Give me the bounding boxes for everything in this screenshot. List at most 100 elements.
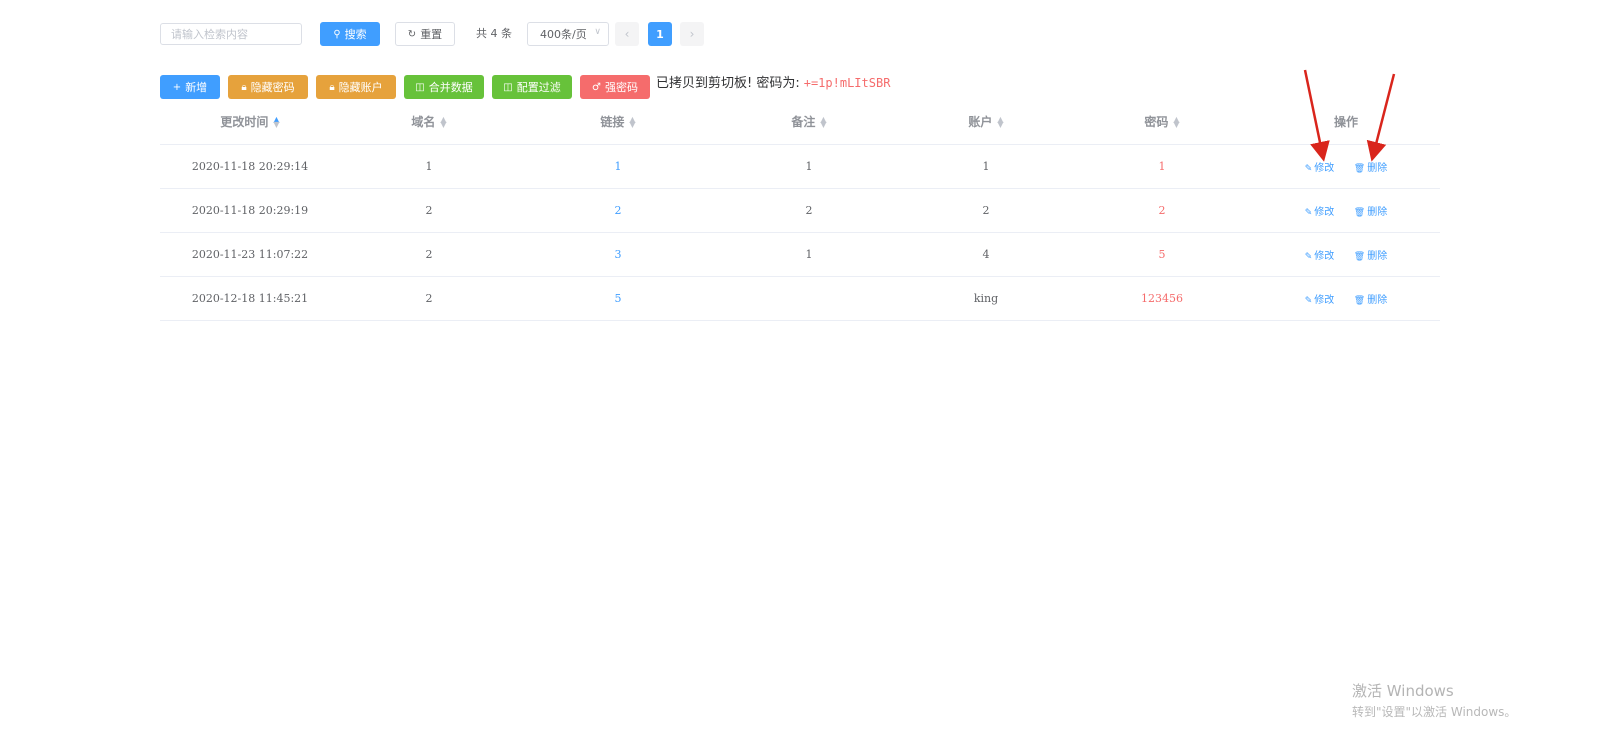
sort-icon[interactable]: ▲ ▼ <box>997 116 1003 129</box>
table-row: 2020-11-23 11:07:22 2 3 1 4 5 ✎ 修改 🗑︎ 删除 <box>160 233 1440 277</box>
delete-label: 删除 <box>1367 251 1388 262</box>
add-button-label: 新增 <box>185 81 208 94</box>
column-label: 域名 <box>411 114 436 129</box>
reset-button-label: 重置 <box>420 28 443 41</box>
cell-actions: ✎ 修改 🗑︎ 删除 <box>1252 291 1440 306</box>
edit-button[interactable]: ✎ 修改 <box>1305 251 1335 262</box>
edit-button[interactable]: ✎ 修改 <box>1305 207 1335 218</box>
cell-link[interactable]: 3 <box>518 248 718 261</box>
total-count: 共 4 条 <box>476 27 512 40</box>
sort-icon[interactable]: ▲ ▼ <box>820 116 826 129</box>
strong-password-label: 强密码 <box>604 81 638 94</box>
edit-icon: ✎ <box>1304 296 1313 306</box>
edit-icon: ✎ <box>1304 252 1313 262</box>
cell-time: 2020-11-23 11:07:22 <box>191 248 309 261</box>
trash-icon: 🗑︎ <box>1353 296 1366 306</box>
cell-password: 5 <box>1158 248 1166 261</box>
cell-actions: ✎ 修改 🗑︎ 删除 <box>1252 159 1440 174</box>
reset-button[interactable]: ↻ 重置 <box>395 22 455 46</box>
column-header-time[interactable]: 更改时间 ▲ ▼ <box>160 113 340 130</box>
cell-password: 1 <box>1158 160 1166 173</box>
delete-label: 删除 <box>1367 295 1388 306</box>
edit-label: 修改 <box>1314 295 1335 306</box>
prev-page-button[interactable]: ‹ <box>615 22 639 46</box>
data-table: 更改时间 ▲ ▼ 域名 ▲ ▼ 链接 ▲ ▼ 备注 ▲ ▼ 账户 ▲ ▼ 密码 ▲ ▼ 操作 2020-… <box>160 98 1440 321</box>
column-label: 备注 <box>791 114 816 129</box>
hide-account-label: 隐藏账户 <box>338 81 383 94</box>
add-button[interactable]: + 新增 <box>160 75 220 99</box>
column-header-domain[interactable]: 域名 ▲ ▼ <box>340 113 518 130</box>
column-label: 操作 <box>1333 114 1358 129</box>
trash-icon: 🗑︎ <box>1353 164 1366 174</box>
cell-account: king <box>973 292 999 305</box>
watermark-subtitle: 转到"设置"以激活 Windows。 <box>1352 705 1517 719</box>
chevron-left-icon: ‹ <box>624 27 630 41</box>
column-header-account[interactable]: 账户 ▲ ▼ <box>900 113 1072 130</box>
cell-link[interactable]: 2 <box>518 204 718 217</box>
refresh-icon: ↻ <box>407 28 417 40</box>
hide-password-button[interactable]: 🔒︎ 隐藏密码 <box>228 75 308 99</box>
delete-button[interactable]: 🗑︎ 删除 <box>1354 207 1387 218</box>
config-filter-button[interactable]: ◫ 配置过滤 <box>492 75 572 99</box>
config-filter-label: 配置过滤 <box>516 81 561 94</box>
search-button-label: 搜索 <box>344 28 367 41</box>
cell-note: 1 <box>805 248 813 261</box>
lock-icon: 🔒︎ <box>329 81 335 93</box>
cell-time: 2020-11-18 20:29:19 <box>191 204 309 217</box>
next-page-button[interactable]: › <box>680 22 704 46</box>
column-label: 更改时间 <box>220 114 269 129</box>
search-icon: ⚲ <box>333 28 341 40</box>
cell-link[interactable]: 5 <box>518 292 718 305</box>
merge-data-button[interactable]: ◫ 合并数据 <box>404 75 484 99</box>
table-header: 更改时间 ▲ ▼ 域名 ▲ ▼ 链接 ▲ ▼ 备注 ▲ ▼ 账户 ▲ ▼ 密码 ▲ ▼ 操作 <box>160 98 1440 145</box>
cell-domain: 1 <box>425 160 433 173</box>
copied-message-text: 已拷贝到剪切板! 密码为: <box>656 76 800 91</box>
search-button[interactable]: ⚲ 搜索 <box>320 22 380 46</box>
delete-label: 删除 <box>1367 207 1388 218</box>
merge-data-label: 合并数据 <box>428 81 473 94</box>
edit-button[interactable]: ✎ 修改 <box>1305 295 1335 306</box>
chevron-down-icon: ∨ <box>594 27 601 37</box>
cell-domain: 2 <box>425 204 433 217</box>
edit-button[interactable]: ✎ 修改 <box>1305 163 1335 174</box>
top-toolbar: ⚲ 搜索 ↻ 重置 共 4 条 400条/页 ∨ ‹ 1 › <box>160 22 704 46</box>
sort-icon[interactable]: ▲ ▼ <box>440 116 446 129</box>
delete-button[interactable]: 🗑︎ 删除 <box>1354 295 1387 306</box>
column-header-actions: 操作 <box>1252 113 1440 130</box>
page-number-label: 1 <box>656 27 664 41</box>
column-header-note[interactable]: 备注 ▲ ▼ <box>718 113 900 130</box>
key-icon: ♂ <box>592 81 601 93</box>
plus-icon: + <box>172 81 182 93</box>
cell-password: 2 <box>1158 204 1166 217</box>
delete-button[interactable]: 🗑︎ 删除 <box>1354 251 1387 262</box>
cell-account: 1 <box>982 160 990 173</box>
cell-link[interactable]: 1 <box>518 160 718 173</box>
delete-button[interactable]: 🗑︎ 删除 <box>1354 163 1387 174</box>
column-label: 账户 <box>968 114 993 129</box>
search-input[interactable] <box>160 23 302 45</box>
strong-password-button[interactable]: ♂ 强密码 <box>580 75 650 99</box>
column-header-link[interactable]: 链接 ▲ ▼ <box>518 113 718 130</box>
hide-password-label: 隐藏密码 <box>250 81 295 94</box>
cell-actions: ✎ 修改 🗑︎ 删除 <box>1252 203 1440 218</box>
lock-icon: 🔒︎ <box>241 81 247 93</box>
columns-icon: ◫ <box>503 81 513 93</box>
page-size-select[interactable]: 400条/页 ∨ <box>527 22 609 46</box>
column-header-password[interactable]: 密码 ▲ ▼ <box>1072 113 1252 130</box>
page-number-button[interactable]: 1 <box>648 22 672 46</box>
cell-actions: ✎ 修改 🗑︎ 删除 <box>1252 247 1440 262</box>
cell-domain: 2 <box>425 248 433 261</box>
hide-account-button[interactable]: 🔒︎ 隐藏账户 <box>316 75 396 99</box>
sort-icon[interactable]: ▲ ▼ <box>629 116 635 129</box>
columns-icon: ◫ <box>415 81 425 93</box>
trash-icon: 🗑︎ <box>1353 208 1366 218</box>
sort-icon[interactable]: ▲ ▼ <box>1173 116 1179 129</box>
column-label: 链接 <box>600 114 625 129</box>
edit-label: 修改 <box>1314 207 1335 218</box>
cell-time: 2020-11-18 20:29:14 <box>191 160 309 173</box>
edit-label: 修改 <box>1314 251 1335 262</box>
delete-label: 删除 <box>1367 163 1388 174</box>
cell-domain: 2 <box>425 292 433 305</box>
cell-note: 1 <box>805 160 813 173</box>
sort-icon[interactable]: ▲ ▼ <box>273 116 279 129</box>
